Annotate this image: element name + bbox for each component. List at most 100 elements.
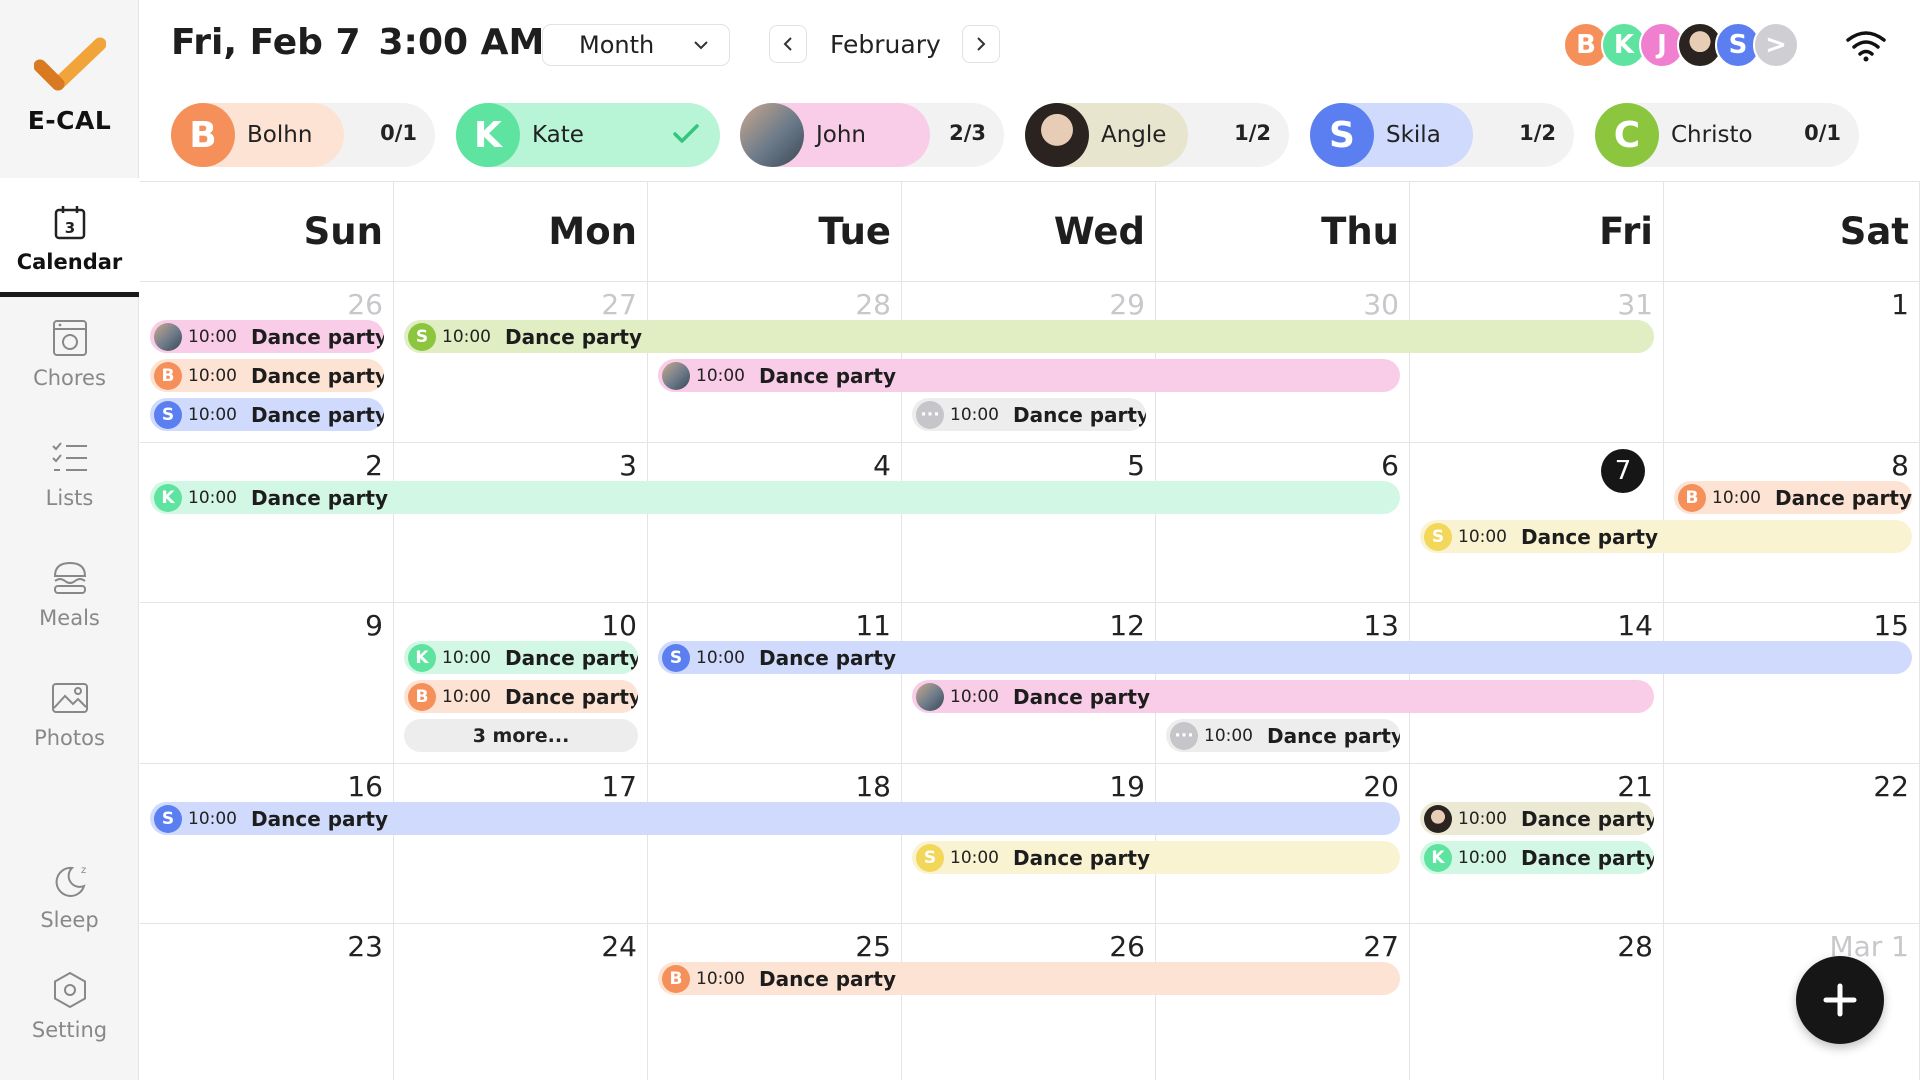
member-chip-john[interactable]: John 2/3 [740,103,1004,167]
event-time: 10:00 [950,847,999,868]
event-bar[interactable]: B 10:00 Dance party [404,680,638,713]
nav-photos[interactable]: Photos [0,678,139,750]
event-bar[interactable]: B 10:00 Dance party [658,962,1400,995]
checkmark-logo-icon [33,37,106,91]
day-number: 24 [601,930,637,963]
day-cell[interactable]: 22 [1664,764,1920,924]
event-bar[interactable]: ··· 10:00 Dance party [912,398,1146,431]
member-chip-christo[interactable]: C Christo 0/1 [1595,103,1859,167]
member-chip-bolhn[interactable]: B Bolhn 0/1 [171,103,435,167]
day-cell[interactable]: 2 [140,443,394,603]
weekday-header: Sat [1664,182,1920,282]
day-cell[interactable]: 3 [394,443,648,603]
day-number: 3 [619,449,637,482]
event-time: 10:00 [188,808,237,829]
nav-chores[interactable]: Chores [0,318,139,390]
prev-month-button[interactable] [769,25,807,63]
member-avatar-stack[interactable]: B K J S > [1563,22,1799,68]
nav-calendar[interactable]: 3 Calendar [0,178,139,297]
weekday-header: Wed [902,182,1156,282]
day-cell[interactable]: 5 [902,443,1156,603]
event-bar[interactable]: B 10:00 Dance party [1674,481,1912,514]
view-selector[interactable]: Month [542,24,730,66]
add-event-button[interactable] [1796,956,1884,1044]
day-number: 29 [1109,288,1145,321]
event-bar[interactable]: 10:00 Dance party [1420,802,1654,835]
day-number: 14 [1617,609,1653,642]
event-time: 10:00 [1458,808,1507,829]
day-cell[interactable]: 31 [1410,282,1664,443]
member-task-count: 0/1 [380,121,417,145]
event-photo-avatar [916,682,944,711]
month-calendar-grid: Sun Mon Tue Wed Thu Fri Sat 26 27 28 29 30 31 1 2 3 4 5 6 7… [140,181,1920,1080]
event-avatar: B [154,361,182,390]
sidebar: E-CAL 3 Calendar Chores Lists Meals Phot… [0,0,139,1080]
event-bar[interactable]: S 10:00 Dance party [658,641,1912,674]
day-cell[interactable]: 23 [140,924,394,1080]
event-bar[interactable]: ··· 10:00 Dance party [1166,719,1400,752]
member-avatar: S [1310,103,1374,167]
day-cell[interactable]: 28 [1410,924,1664,1080]
chevron-down-icon [694,41,708,50]
day-cell[interactable]: 17 [394,764,648,924]
day-cell[interactable]: 24 [394,924,648,1080]
day-number: 12 [1109,609,1145,642]
member-chip-kate[interactable]: K Kate [456,103,720,167]
event-photo-avatar [154,322,182,351]
event-bar[interactable]: S 10:00 Dance party [912,841,1400,874]
today-marker: 7 [1601,449,1645,493]
burger-icon [53,561,86,594]
event-bar[interactable]: B 10:00 Dance party [150,359,384,392]
view-selector-value: Month [579,31,655,59]
event-bar[interactable]: 10:00 Dance party [912,680,1654,713]
photo-icon [51,683,88,713]
member-name: Kate [532,122,584,148]
event-avatar: ··· [916,400,944,429]
event-time: 10:00 [188,404,237,425]
event-bar[interactable]: S 10:00 Dance party [404,320,1654,353]
event-bar[interactable]: 10:00 Dance party [150,320,384,353]
day-cell[interactable]: 27 [394,282,648,443]
day-number: 4 [873,449,891,482]
day-cell[interactable]: 6 [1156,443,1410,603]
day-cell[interactable]: 27 [1156,924,1410,1080]
day-cell[interactable]: 18 [648,764,902,924]
next-month-button[interactable] [962,25,1000,63]
day-cell[interactable]: 16 [140,764,394,924]
checkmark-icon [673,124,699,143]
day-cell[interactable]: 9 [140,603,394,764]
member-chip-skila[interactable]: S Skila 1/2 [1310,103,1574,167]
day-number: 19 [1109,770,1145,803]
nav-setting[interactable]: Setting [0,970,139,1042]
event-title: Dance party [1775,485,1912,510]
event-bar[interactable]: S 10:00 Dance party [150,802,1400,835]
nav-meals[interactable]: Meals [0,558,139,630]
event-bar[interactable]: K 10:00 Dance party [404,641,638,674]
member-avatar: C [1595,103,1659,167]
event-bar[interactable]: K 10:00 Dance party [1420,841,1654,874]
event-bar[interactable]: S 10:00 Dance party [150,398,384,431]
event-time: 10:00 [188,487,237,508]
member-chip-angle[interactable]: Angle 1/2 [1025,103,1289,167]
nav-lists[interactable]: Lists [0,438,139,510]
day-cell[interactable]: 1 [1664,282,1920,443]
event-bar[interactable]: K 10:00 Dance party [150,481,1400,514]
day-cell[interactable]: 25 [648,924,902,1080]
weekday-header: Thu [1156,182,1410,282]
more-avatars-button[interactable]: > [1753,22,1799,68]
day-cell[interactable]: 11 [648,603,902,764]
month-label: February [830,30,941,59]
event-title: Dance party [1013,684,1150,709]
day-number: 28 [1617,930,1653,963]
event-title: Dance party [1013,402,1146,427]
day-cell[interactable]: 26 [902,924,1156,1080]
event-avatar: K [1424,843,1452,872]
event-photo-avatar [662,361,690,390]
day-cell[interactable]: 15 [1664,603,1920,764]
day-cell[interactable]: 4 [648,443,902,603]
event-title: Dance party [251,485,388,510]
event-bar[interactable]: 10:00 Dance party [658,359,1400,392]
nav-sleep[interactable]: z Sleep [0,860,139,932]
event-bar[interactable]: S 10:00 Dance party [1420,520,1912,553]
more-events-button[interactable]: 3 more... [404,719,638,752]
